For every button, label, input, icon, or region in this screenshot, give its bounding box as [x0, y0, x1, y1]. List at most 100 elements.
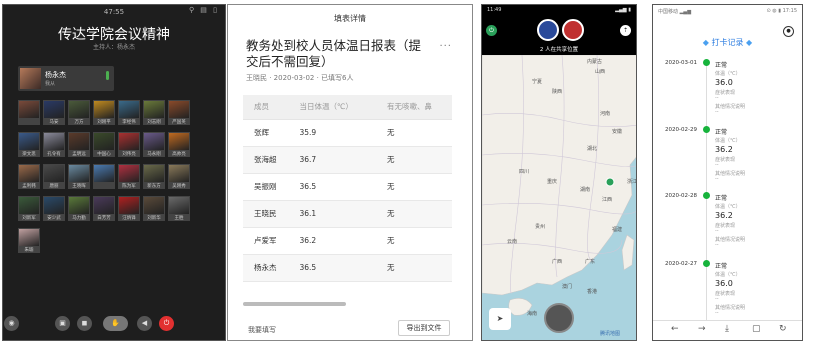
- participants-button[interactable]: ◉: [4, 316, 19, 331]
- exit-icon[interactable]: ⇡: [620, 25, 631, 36]
- participant-tile[interactable]: 孟明远: [68, 132, 90, 157]
- speaker-name: 杨永杰: [45, 71, 66, 79]
- export-button[interactable]: 导出到文件: [398, 320, 450, 336]
- table-cell: 张辉: [243, 119, 289, 147]
- raise-hand-button[interactable]: ✋: [103, 316, 128, 331]
- user-avatar[interactable]: [537, 19, 559, 41]
- participant-tile[interactable]: 万方: [68, 100, 90, 125]
- participant-avatar: [19, 197, 39, 214]
- participant-tile[interactable]: 刘新军: [18, 196, 40, 221]
- participant-tile[interactable]: 马力勤: [68, 196, 90, 221]
- participant-tile[interactable]: 严国英: [168, 100, 190, 125]
- table-row[interactable]: 张辉 35.9 无: [243, 119, 452, 147]
- participant-tile[interactable]: 刘志刚: [143, 100, 165, 125]
- other-label: 其他情况说明: [715, 305, 746, 311]
- participant-avatar: [119, 165, 139, 182]
- participant-tile[interactable]: 朱瑜: [18, 228, 40, 253]
- refresh-icon[interactable]: ↻: [779, 324, 787, 334]
- participant-tile[interactable]: 安少武: [43, 196, 65, 221]
- map-place-label: 福建: [612, 226, 622, 233]
- participant-avatar: [144, 197, 164, 214]
- horizontal-scrollbar[interactable]: [243, 302, 346, 306]
- participant-name: 刘志刚: [147, 120, 161, 125]
- participant-tile[interactable]: [93, 164, 115, 189]
- back-icon[interactable]: ←: [671, 324, 679, 334]
- map-place-label: 广东: [585, 258, 595, 265]
- map-place-label: 江西: [602, 196, 612, 203]
- status-time: 11:49: [487, 7, 502, 13]
- participant-tile[interactable]: [18, 100, 40, 125]
- participant-tile[interactable]: 刘新华: [143, 196, 165, 221]
- locate-button[interactable]: ➤: [489, 308, 511, 330]
- participant-tile[interactable]: 中国心: [93, 132, 115, 157]
- map-place-label: 重庆: [547, 178, 557, 185]
- participant-tile[interactable]: 马安: [43, 100, 65, 125]
- participant-tile[interactable]: 唐丽: [43, 164, 65, 189]
- other-label: 其他情况说明: [715, 171, 746, 177]
- tabs-icon[interactable]: ▢: [752, 324, 761, 334]
- title-deco: ◆: [702, 38, 709, 47]
- table-cell: 36.7: [288, 146, 376, 174]
- map-action-button[interactable]: [544, 303, 574, 333]
- status-dot-icon: [703, 59, 710, 66]
- participant-tile[interactable]: 王晓晖: [68, 164, 90, 189]
- table-row[interactable]: 杨永杰 36.5 无: [243, 254, 452, 282]
- participant-avatar: [69, 165, 89, 182]
- map-place-label: 山西: [595, 68, 605, 75]
- record-icon[interactable]: ●: [783, 26, 794, 37]
- temp-value: 36.0: [715, 78, 733, 87]
- col-header: 有无咳嗽、鼻: [375, 95, 452, 120]
- map-place-label: 澳门: [562, 283, 572, 290]
- participant-tile[interactable]: 梁文思: [18, 132, 40, 157]
- participant-name: 新东方: [147, 184, 161, 189]
- participant-avatar: [94, 101, 114, 118]
- files-button[interactable]: ◼: [77, 316, 92, 331]
- download-icon[interactable]: ⤓: [725, 324, 729, 334]
- map-canvas[interactable]: 陕西山西河南湖北四川重庆湖南江西安徽贵州广西广东福建云南台湾浙江海南澳门香港内蒙…: [482, 55, 637, 341]
- participant-name: 唐丽: [49, 184, 59, 189]
- chat-button[interactable]: ▣: [55, 316, 70, 331]
- participant-tile[interactable]: 李经伟: [118, 100, 140, 125]
- table-row[interactable]: 卢爱军 36.2 无: [243, 227, 452, 255]
- participant-tile[interactable]: 刘伟亮: [118, 132, 140, 157]
- speaker-sub: 我从: [45, 81, 56, 87]
- map-watermark: 腾讯地图: [599, 331, 620, 337]
- participant-name: 刘刚平: [97, 120, 111, 125]
- participant-avatar: [144, 101, 164, 118]
- share-count: 2 人在共享位置: [539, 47, 579, 53]
- participant-tile[interactable]: 孔令有: [43, 132, 65, 157]
- meeting-control-bar: ◉ ▣ ◼ ✋ ◀ ⏻: [3, 316, 225, 334]
- participant-tile[interactable]: 新东方: [143, 164, 165, 189]
- table-cell: 36.5: [288, 173, 376, 201]
- active-speaker-card[interactable]: 杨永杰 我从: [18, 66, 114, 91]
- table-row[interactable]: 张海超 36.7 无: [243, 146, 452, 174]
- meeting-host: 主持人：杨永杰: [92, 44, 135, 51]
- table-row[interactable]: 王晓民 36.1 无: [243, 200, 452, 228]
- participant-avatar: [169, 197, 189, 214]
- table-cell: 张海超: [243, 146, 289, 174]
- participant-tile[interactable]: 陈为军: [118, 164, 140, 189]
- participant-avatar: [94, 165, 114, 182]
- end-call-button[interactable]: ⏻: [159, 316, 174, 331]
- speaker-button[interactable]: ◀: [137, 316, 152, 331]
- power-icon[interactable]: ⏻: [486, 25, 497, 36]
- participant-tile[interactable]: 汪炳锋: [118, 196, 140, 221]
- fill-in-link[interactable]: 我要填写: [248, 325, 276, 335]
- record-date: 2020-03-01: [665, 60, 697, 66]
- participant-tile[interactable]: 王胜: [168, 196, 190, 221]
- timeline-line: [706, 60, 707, 320]
- status-carrier: 中国移动 ▂▄▆: [658, 9, 692, 15]
- table-row[interactable]: 吴振刚 36.5 无: [243, 173, 452, 201]
- more-icon[interactable]: ···: [439, 41, 452, 52]
- other-value: --: [715, 109, 719, 115]
- participant-tile[interactable]: 白芳芳: [93, 196, 115, 221]
- participant-name: 王胜: [174, 216, 184, 221]
- participant-tile[interactable]: 马永刚: [143, 132, 165, 157]
- participant-tile[interactable]: 孟利韩: [18, 164, 40, 189]
- participant-name: 刘伟亮: [122, 152, 136, 157]
- participant-tile[interactable]: 吴刚秀: [168, 164, 190, 189]
- participant-tile[interactable]: 刘刚平: [93, 100, 115, 125]
- forward-icon[interactable]: →: [698, 324, 706, 334]
- user-avatar[interactable]: [562, 19, 584, 41]
- participant-tile[interactable]: 高帅亮: [168, 132, 190, 157]
